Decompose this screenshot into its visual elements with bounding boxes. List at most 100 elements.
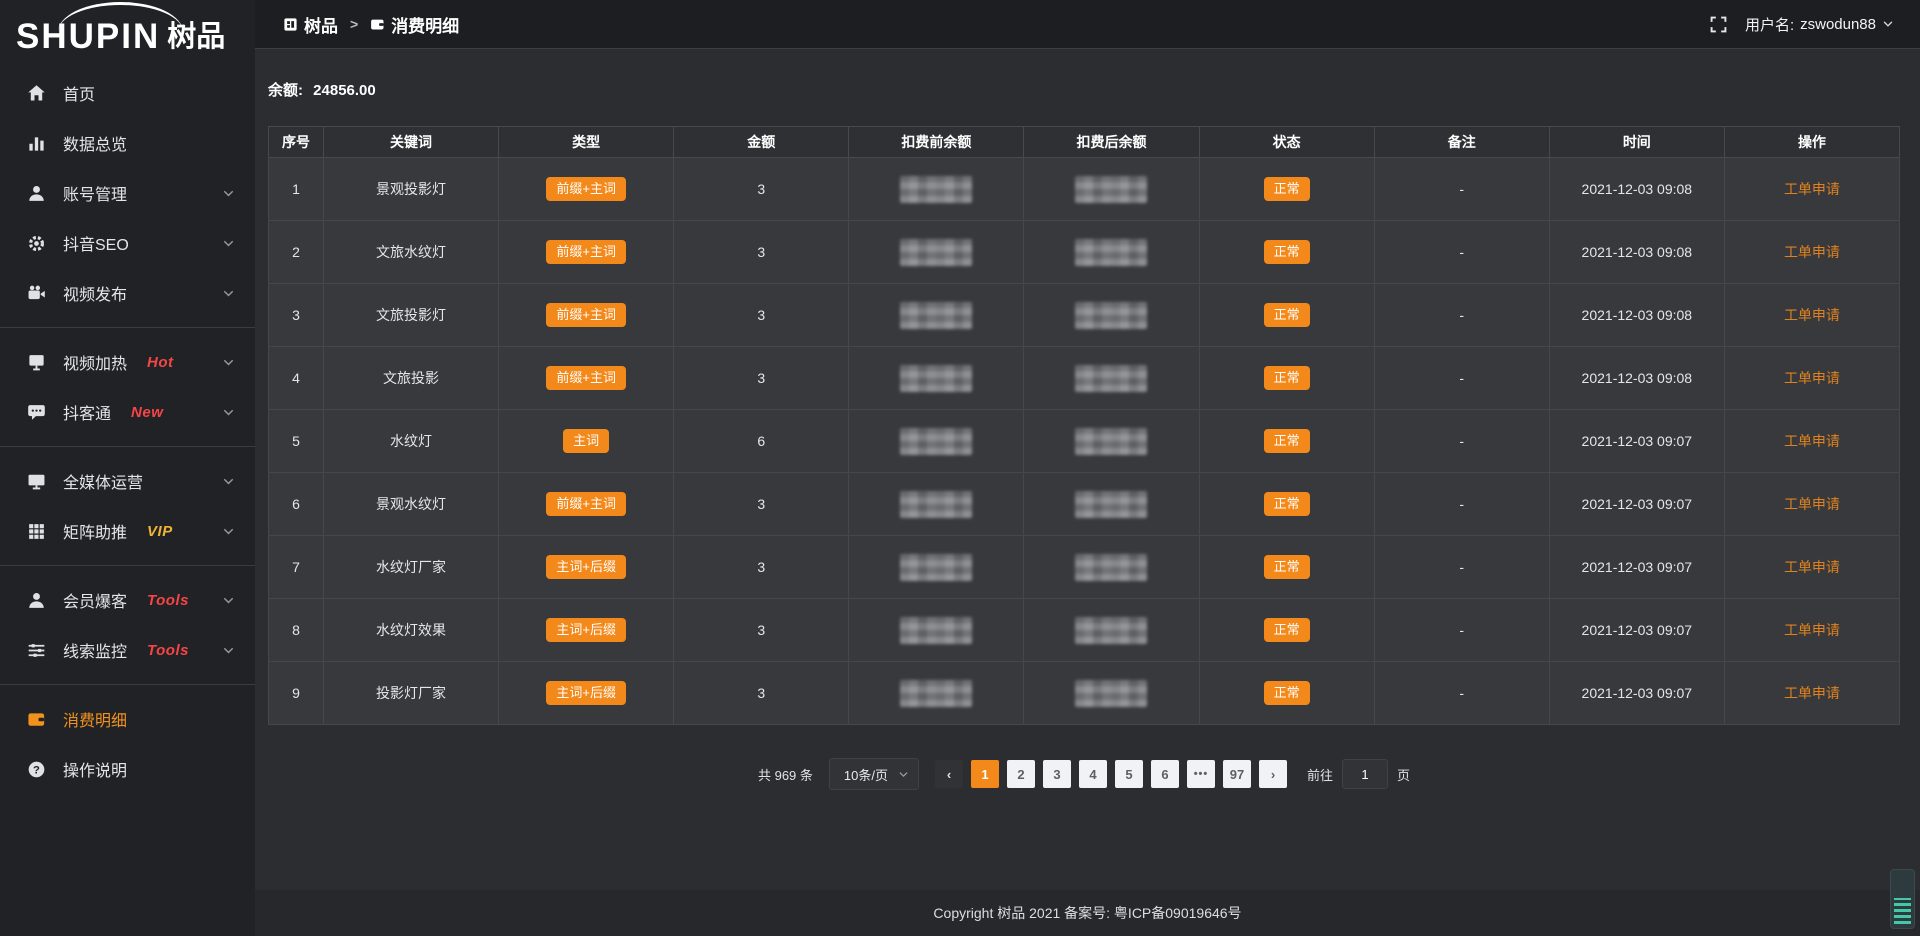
type-tag: 前缀+主词 (546, 177, 626, 201)
pagination: 共 969 条 10条/页 ‹123456•••97› 前往 页 (268, 758, 1900, 790)
page-button-3[interactable]: 3 (1043, 760, 1071, 788)
sidebar-divider (0, 684, 255, 685)
sidebar-item-线索监控[interactable]: 线索监控Tools (0, 625, 255, 675)
breadcrumb-separator: > (348, 16, 360, 32)
breadcrumb-item-树品[interactable]: 树品 (283, 12, 338, 37)
gear-icon (27, 234, 46, 253)
work-order-link[interactable]: 工单申请 (1784, 496, 1840, 512)
sidebar-badge-vip: VIP (147, 523, 173, 540)
cell-keyword: 水纹灯厂家 (324, 536, 499, 599)
column-header-时间: 时间 (1549, 127, 1724, 158)
chevron-down-icon (222, 287, 235, 300)
page-button-2[interactable]: 2 (1007, 760, 1035, 788)
status-tag: 正常 (1264, 429, 1310, 453)
sidebar-item-首页[interactable]: 首页 (0, 68, 255, 118)
cell-type: 前缀+主词 (499, 473, 674, 536)
cell-type: 前缀+主词 (499, 347, 674, 410)
redacted-balance (900, 176, 972, 203)
redacted-balance (1075, 239, 1147, 266)
next-page-button[interactable]: › (1259, 760, 1287, 788)
chevron-down-icon (898, 769, 909, 780)
cell-time: 2021-12-03 09:07 (1549, 662, 1724, 725)
sidebar-item-全媒体运营[interactable]: 全媒体运营 (0, 456, 255, 506)
table-row: 8水纹灯效果主词+后缀3正常-2021-12-03 09:07工单申请 (269, 599, 1900, 662)
member-icon (27, 591, 46, 610)
cell-balance-after (1024, 410, 1199, 473)
cell-status: 正常 (1199, 473, 1374, 536)
monitor-icon (27, 472, 46, 491)
cell-index: 9 (269, 662, 324, 725)
work-order-link[interactable]: 工单申请 (1784, 244, 1840, 260)
redacted-balance (1075, 617, 1147, 644)
table-row: 6景观水纹灯前缀+主词3正常-2021-12-03 09:07工单申请 (269, 473, 1900, 536)
status-tag: 正常 (1264, 618, 1310, 642)
chevron-down-icon (222, 356, 235, 369)
page-ellipsis-button[interactable]: ••• (1187, 760, 1215, 788)
sidebar-item-label: 视频加热 (63, 350, 127, 374)
sidebar-item-账号管理[interactable]: 账号管理 (0, 168, 255, 218)
work-order-link[interactable]: 工单申请 (1784, 181, 1840, 197)
cell-remark: - (1374, 347, 1549, 410)
cell-balance-after (1024, 347, 1199, 410)
floating-widget[interactable] (1890, 869, 1915, 929)
cell-index: 6 (269, 473, 324, 536)
column-header-扣费后余额: 扣费后余额 (1024, 127, 1199, 158)
cell-remark: - (1374, 221, 1549, 284)
sidebar-item-会员爆客[interactable]: 会员爆客Tools (0, 575, 255, 625)
work-order-link[interactable]: 工单申请 (1784, 685, 1840, 701)
work-order-link[interactable]: 工单申请 (1784, 622, 1840, 638)
redacted-balance (900, 302, 972, 329)
work-order-link[interactable]: 工单申请 (1784, 433, 1840, 449)
cell-index: 4 (269, 347, 324, 410)
sidebar-item-抖音SEO[interactable]: 抖音SEO (0, 218, 255, 268)
wallet-icon (27, 710, 46, 729)
sidebar-item-label: 全媒体运营 (63, 469, 143, 493)
cell-time: 2021-12-03 09:08 (1549, 158, 1724, 221)
fullscreen-icon[interactable] (1710, 16, 1727, 33)
sidebar-divider (0, 327, 255, 328)
breadcrumb-label: 树品 (304, 12, 338, 37)
goto-page-input[interactable] (1342, 759, 1388, 789)
sidebar-item-消费明细[interactable]: 消费明细 (0, 694, 255, 744)
cell-balance-before (849, 347, 1024, 410)
redacted-balance (900, 365, 972, 392)
chevron-down-icon (222, 525, 235, 538)
sidebar-item-操作说明[interactable]: ?操作说明 (0, 744, 255, 794)
sidebar-item-视频加热[interactable]: 视频加热Hot (0, 337, 255, 387)
cell-amount: 3 (674, 221, 849, 284)
cell-keyword: 景观水纹灯 (324, 473, 499, 536)
question-icon: ? (27, 760, 46, 779)
page-size-select[interactable]: 10条/页 (829, 758, 919, 790)
sidebar-item-抖客通[interactable]: 抖客通New (0, 387, 255, 437)
type-tag: 前缀+主词 (546, 303, 626, 327)
work-order-link[interactable]: 工单申请 (1784, 370, 1840, 386)
chevron-down-icon (222, 187, 235, 200)
cell-balance-after (1024, 536, 1199, 599)
prev-page-button[interactable]: ‹ (935, 760, 963, 788)
page-button-1[interactable]: 1 (971, 760, 999, 788)
sidebar-item-视频发布[interactable]: 视频发布 (0, 268, 255, 318)
page-button-5[interactable]: 5 (1115, 760, 1143, 788)
cell-index: 7 (269, 536, 324, 599)
cell-time: 2021-12-03 09:08 (1549, 347, 1724, 410)
pagination-total: 共 969 条 (758, 765, 813, 784)
breadcrumb-label: 消费明细 (391, 12, 459, 37)
column-header-类型: 类型 (499, 127, 674, 158)
user-menu[interactable]: 用户名: zswodun88 (1745, 14, 1894, 35)
cell-type: 主词 (499, 410, 674, 473)
redacted-balance (1075, 176, 1147, 203)
table-row: 2文旅水纹灯前缀+主词3正常-2021-12-03 09:08工单申请 (269, 221, 1900, 284)
breadcrumb-item-消费明细[interactable]: 消费明细 (370, 12, 459, 37)
table-row: 7水纹灯厂家主词+后缀3正常-2021-12-03 09:07工单申请 (269, 536, 1900, 599)
type-tag: 主词+后缀 (546, 681, 626, 705)
work-order-link[interactable]: 工单申请 (1784, 307, 1840, 323)
work-order-link[interactable]: 工单申请 (1784, 559, 1840, 575)
page-button-4[interactable]: 4 (1079, 760, 1107, 788)
status-tag: 正常 (1264, 555, 1310, 579)
page-button-6[interactable]: 6 (1151, 760, 1179, 788)
sidebar-item-数据总览[interactable]: 数据总览 (0, 118, 255, 168)
sidebar-item-矩阵助推[interactable]: 矩阵助推VIP (0, 506, 255, 556)
page-button-97[interactable]: 97 (1223, 760, 1251, 788)
column-header-扣费前余额: 扣费前余额 (849, 127, 1024, 158)
cell-amount: 3 (674, 536, 849, 599)
